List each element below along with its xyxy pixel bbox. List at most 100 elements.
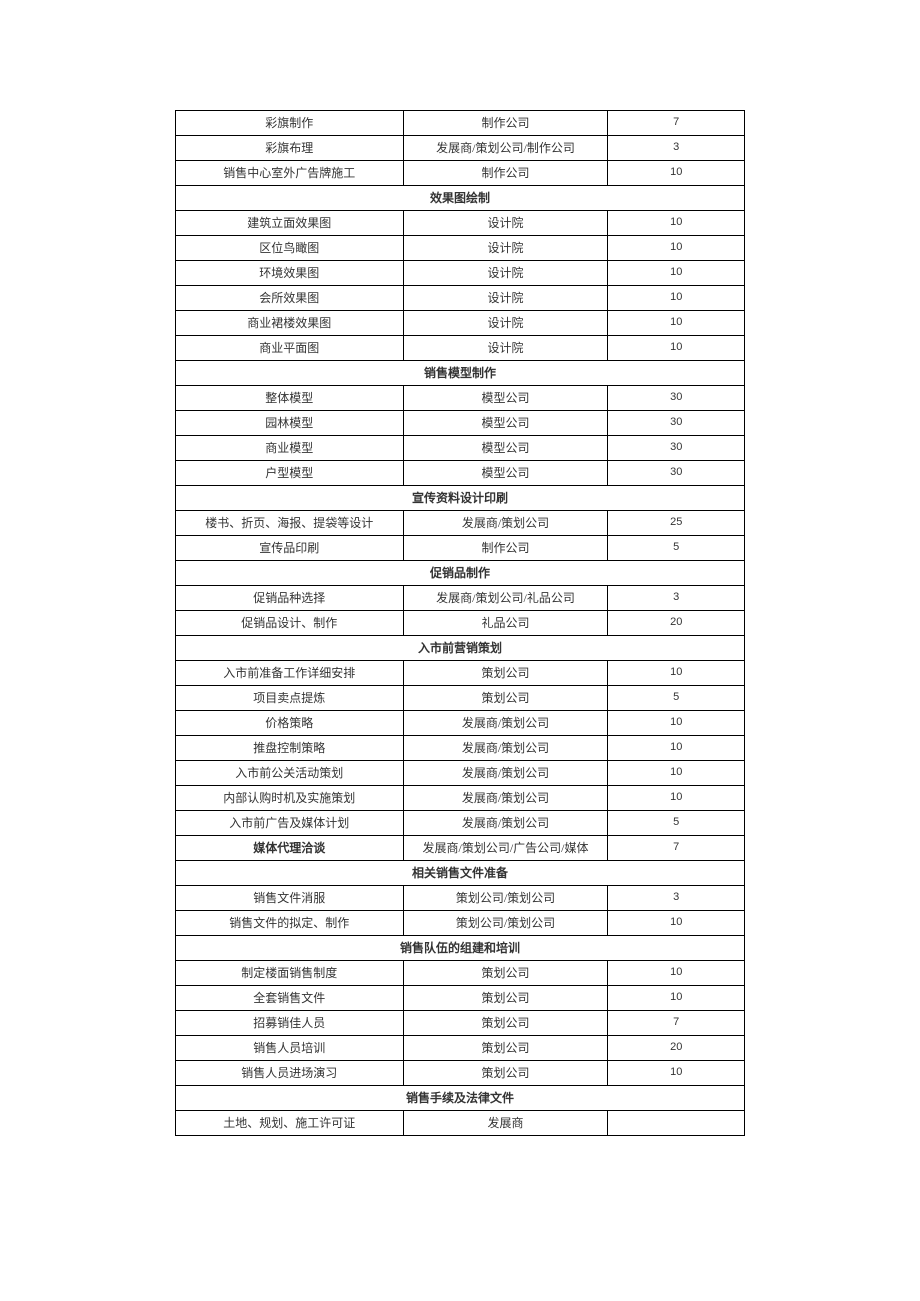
duration-cell: 3 xyxy=(608,586,745,611)
table-row: 建筑立面效果图设计院10 xyxy=(176,211,745,236)
duration-cell: 3 xyxy=(608,886,745,911)
table-row: 商业模型模型公司30 xyxy=(176,436,745,461)
task-name-cell: 媒体代理洽谈 xyxy=(176,836,404,861)
table-row: 相关销售文件准备 xyxy=(176,861,745,886)
responsible-party-cell: 设计院 xyxy=(403,311,608,336)
responsible-party-cell: 发展商/策划公司 xyxy=(403,711,608,736)
table-row: 宣传资料设计印刷 xyxy=(176,486,745,511)
table-row: 彩旗制作制作公司7 xyxy=(176,111,745,136)
table-row: 销售队伍的组建和培训 xyxy=(176,936,745,961)
table-row: 内部认购时机及实施策划发展商/策划公司10 xyxy=(176,786,745,811)
responsible-party-cell: 发展商/策划公司 xyxy=(403,761,608,786)
responsible-party-cell: 设计院 xyxy=(403,236,608,261)
responsible-party-cell: 策划公司 xyxy=(403,986,608,1011)
table-row: 销售中心室外广告牌施工制作公司10 xyxy=(176,161,745,186)
table-row: 制定楼面销售制度策划公司10 xyxy=(176,961,745,986)
document-page: 彩旗制作制作公司7彩旗布理发展商/策划公司/制作公司 3 销售中心室外广告牌施工制作… xyxy=(0,0,920,1256)
table-row: 宣传品印刷制作公司5 xyxy=(176,536,745,561)
table-row: 销售模型制作 xyxy=(176,361,745,386)
task-name-cell: 项目卖点提炼 xyxy=(176,686,404,711)
responsible-party-cell: 策划公司 xyxy=(403,1011,608,1036)
responsible-party-cell: 策划公司 xyxy=(403,961,608,986)
section-header-cell: 效果图绘制 xyxy=(176,186,745,211)
task-name-cell: 园林模型 xyxy=(176,411,404,436)
task-name-cell: 户型模型 xyxy=(176,461,404,486)
table-row: 入市前营销策划 xyxy=(176,636,745,661)
table-row: 销售文件消服策划公司/策划公司3 xyxy=(176,886,745,911)
task-name-cell: 销售中心室外广告牌施工 xyxy=(176,161,404,186)
responsible-party-cell: 发展商/策划公司 xyxy=(403,811,608,836)
section-header-cell: 入市前营销策划 xyxy=(176,636,745,661)
task-name-cell: 推盘控制策略 xyxy=(176,736,404,761)
duration-cell: 10 xyxy=(608,661,745,686)
duration-cell: 10 xyxy=(608,236,745,261)
section-header-cell: 销售模型制作 xyxy=(176,361,745,386)
responsible-party-cell: 策划公司 xyxy=(403,1036,608,1061)
task-name-cell: 入市前准备工作详细安排 xyxy=(176,661,404,686)
task-name-cell: 制定楼面销售制度 xyxy=(176,961,404,986)
table-row: 价格策略发展商/策划公司10 xyxy=(176,711,745,736)
section-header-cell: 销售队伍的组建和培训 xyxy=(176,936,745,961)
responsible-party-cell: 模型公司 xyxy=(403,411,608,436)
responsible-party-cell: 发展商/策划公司/制作公司 xyxy=(403,136,608,161)
table-row: 商业裙楼效果图设计院10 xyxy=(176,311,745,336)
duration-cell: 7 xyxy=(608,111,745,136)
table-row: 项目卖点提炼策划公司5 xyxy=(176,686,745,711)
duration-cell: 10 xyxy=(608,911,745,936)
duration-cell: 30 xyxy=(608,386,745,411)
responsible-party-cell: 策划公司 xyxy=(403,661,608,686)
table-row: 户型模型模型公司30 xyxy=(176,461,745,486)
table-row: 会所效果图设计院10 xyxy=(176,286,745,311)
duration-cell: 20 xyxy=(608,611,745,636)
duration-cell: 30 xyxy=(608,461,745,486)
task-name-cell: 彩旗布理 xyxy=(176,136,404,161)
duration-cell: 5 xyxy=(608,811,745,836)
duration-cell: 10 xyxy=(608,261,745,286)
schedule-table: 彩旗制作制作公司7彩旗布理发展商/策划公司/制作公司 3 销售中心室外广告牌施工制作… xyxy=(175,110,745,1136)
duration-cell: 10 xyxy=(608,1061,745,1086)
responsible-party-cell: 发展商/策划公司/广告公司/媒体 xyxy=(403,836,608,861)
task-name-cell: 价格策略 xyxy=(176,711,404,736)
duration-cell: 10 xyxy=(608,286,745,311)
duration-cell: 10 xyxy=(608,711,745,736)
table-row: 销售手续及法律文件 xyxy=(176,1086,745,1111)
task-name-cell: 土地、规划、施工许可证 xyxy=(176,1111,404,1136)
section-header-cell: 销售手续及法律文件 xyxy=(176,1086,745,1111)
responsible-party-cell: 策划公司/策划公司 xyxy=(403,911,608,936)
responsible-party-cell: 发展商/策划公司/礼品公司 xyxy=(403,586,608,611)
duration-cell: 5 xyxy=(608,536,745,561)
table-row: 环境效果图设计院10 xyxy=(176,261,745,286)
table-row: 商业平面图设计院10 xyxy=(176,336,745,361)
duration-cell: 7 xyxy=(608,836,745,861)
table-row: 销售文件的拟定、制作策划公司/策划公司10 xyxy=(176,911,745,936)
task-name-cell: 招募销佳人员 xyxy=(176,1011,404,1036)
task-name-cell: 区位鸟瞰图 xyxy=(176,236,404,261)
duration-cell: 10 xyxy=(608,736,745,761)
task-name-cell: 内部认购时机及实施策划 xyxy=(176,786,404,811)
table-row: 整体模型模型公司30 xyxy=(176,386,745,411)
table-row: 全套销售文件策划公司10 xyxy=(176,986,745,1011)
table-row: 入市前准备工作详细安排策划公司10 xyxy=(176,661,745,686)
task-name-cell: 宣传品印刷 xyxy=(176,536,404,561)
responsible-party-cell: 发展商/策划公司 xyxy=(403,736,608,761)
responsible-party-cell: 发展商 xyxy=(403,1111,608,1136)
task-name-cell: 商业平面图 xyxy=(176,336,404,361)
table-row: 效果图绘制 xyxy=(176,186,745,211)
task-name-cell: 整体模型 xyxy=(176,386,404,411)
task-name-cell: 促销品设计、制作 xyxy=(176,611,404,636)
task-name-cell: 商业裙楼效果图 xyxy=(176,311,404,336)
duration-cell: 10 xyxy=(608,761,745,786)
table-row: 区位鸟瞰图设计院10 xyxy=(176,236,745,261)
responsible-party-cell: 发展商/策划公司 xyxy=(403,511,608,536)
task-name-cell: 销售文件的拟定、制作 xyxy=(176,911,404,936)
responsible-party-cell: 制作公司 xyxy=(403,161,608,186)
duration-cell: 5 xyxy=(608,686,745,711)
task-name-cell: 销售人员培训 xyxy=(176,1036,404,1061)
section-header-cell: 促销品制作 xyxy=(176,561,745,586)
table-row: 促销品制作 xyxy=(176,561,745,586)
duration-cell: 30 xyxy=(608,411,745,436)
task-name-cell: 全套销售文件 xyxy=(176,986,404,1011)
responsible-party-cell: 礼品公司 xyxy=(403,611,608,636)
section-header-cell: 宣传资料设计印刷 xyxy=(176,486,745,511)
task-name-cell: 环境效果图 xyxy=(176,261,404,286)
